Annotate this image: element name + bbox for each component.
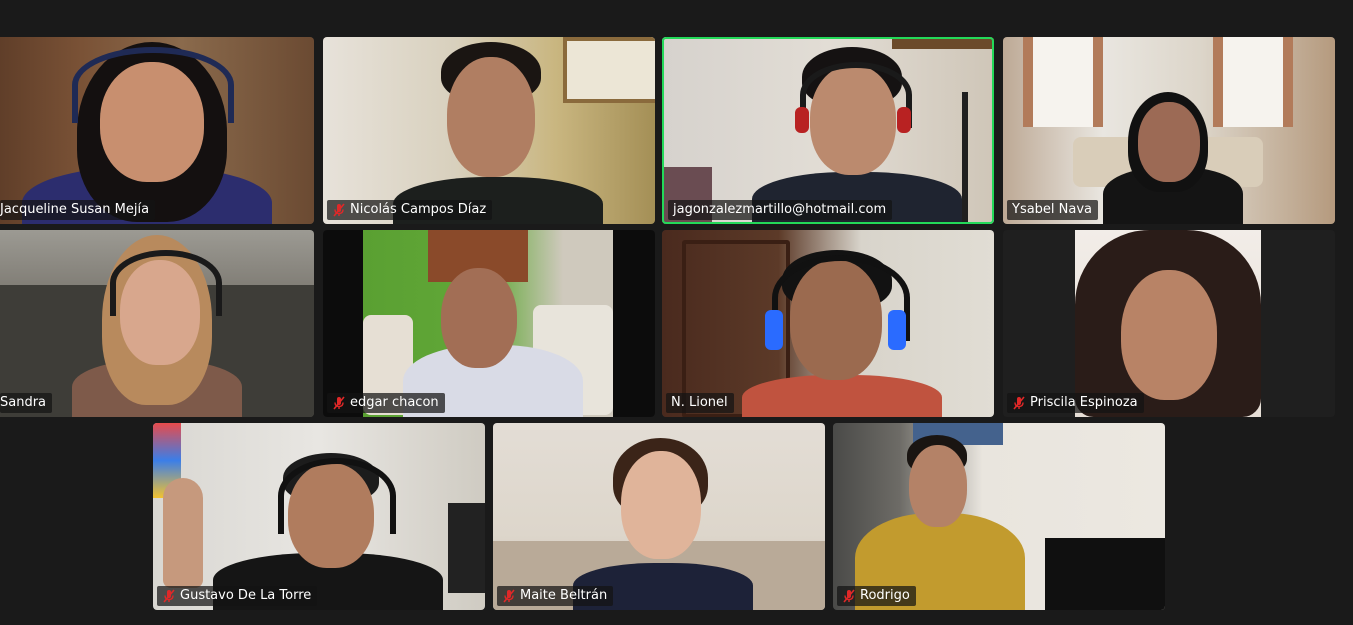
participant-name: Rodrigo <box>860 588 910 603</box>
video-tile[interactable]: Sandra <box>0 230 314 417</box>
video-feed <box>662 230 994 417</box>
video-tile[interactable]: Rodrigo <box>833 423 1165 610</box>
microphone-muted-icon <box>163 589 175 603</box>
participant-name-tag: N. Lionel <box>666 393 734 413</box>
participant-name: Sandra <box>0 395 47 410</box>
video-feed <box>323 230 655 417</box>
video-feed <box>153 423 485 610</box>
participant-name-tag: Nicolás Campos Díaz <box>327 200 493 220</box>
participant-name-tag: Gustavo De La Torre <box>157 586 318 606</box>
participant-name-tag: Jacqueline Susan Mejía <box>0 200 156 220</box>
video-feed <box>662 37 994 224</box>
participant-name: Gustavo De La Torre <box>180 588 312 603</box>
gallery-view: Jacqueline Susan Mejía Nicolás Campos Dí… <box>0 0 1353 625</box>
video-tile[interactable]: Nicolás Campos Díaz <box>323 37 655 224</box>
participant-name: edgar chacon <box>350 395 439 410</box>
video-feed <box>1003 230 1335 417</box>
video-feed <box>0 37 314 224</box>
video-tile[interactable]: Ysabel Nava <box>1003 37 1335 224</box>
microphone-muted-icon <box>843 589 855 603</box>
video-tile[interactable]: Jacqueline Susan Mejía <box>0 37 314 224</box>
microphone-muted-icon <box>333 396 345 410</box>
video-tile[interactable]: edgar chacon <box>323 230 655 417</box>
microphone-muted-icon <box>1013 396 1025 410</box>
participant-name: Maite Beltrán <box>520 588 608 603</box>
participant-name-tag: Priscila Espinoza <box>1007 393 1144 413</box>
video-feed <box>323 37 655 224</box>
participant-name: jagonzalezmartillo@hotmail.com <box>673 202 887 217</box>
participant-name-tag: Maite Beltrán <box>497 586 614 606</box>
video-tile[interactable]: Priscila Espinoza <box>1003 230 1335 417</box>
video-feed <box>1003 37 1335 224</box>
microphone-muted-icon <box>503 589 515 603</box>
video-tile[interactable]: N. Lionel <box>662 230 994 417</box>
participant-name-tag: Ysabel Nava <box>1007 200 1099 220</box>
participant-name-tag: jagonzalezmartillo@hotmail.com <box>668 200 893 220</box>
video-tile[interactable]: jagonzalezmartillo@hotmail.com <box>662 37 994 224</box>
participant-name: Nicolás Campos Díaz <box>350 202 487 217</box>
participant-name-tag: Rodrigo <box>837 586 916 606</box>
video-tile[interactable]: Gustavo De La Torre <box>153 423 485 610</box>
video-feed <box>493 423 825 610</box>
video-tile[interactable]: Maite Beltrán <box>493 423 825 610</box>
participant-name: Ysabel Nava <box>1012 202 1093 217</box>
video-feed <box>0 230 314 417</box>
participant-name-tag: edgar chacon <box>327 393 445 413</box>
microphone-muted-icon <box>333 203 345 217</box>
participant-name: Jacqueline Susan Mejía <box>0 202 150 217</box>
participant-name: N. Lionel <box>671 395 728 410</box>
participant-name: Priscila Espinoza <box>1030 395 1138 410</box>
participant-name-tag: Sandra <box>0 393 53 413</box>
video-feed <box>833 423 1165 610</box>
